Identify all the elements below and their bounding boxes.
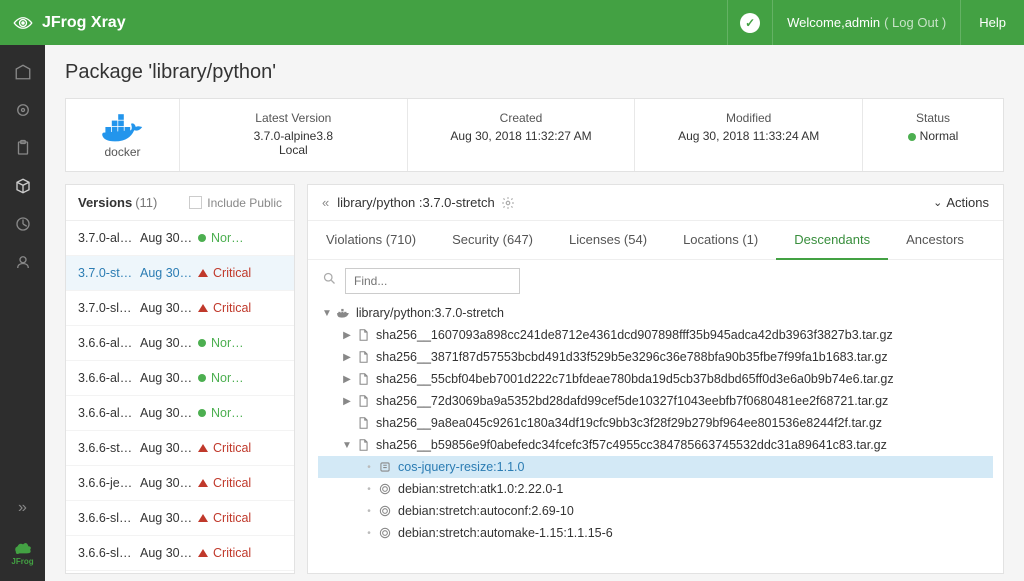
page-title: Package 'library/python'	[65, 61, 1004, 84]
tab-locations[interactable]: Locations (1)	[665, 221, 776, 259]
search-icon	[322, 271, 337, 291]
tree-row[interactable]: ▶sha256__55cbf04beb7001d222c71bfdeae780b…	[318, 368, 993, 390]
gear-icon[interactable]	[501, 196, 515, 210]
sidebar-item-admin[interactable]	[0, 243, 45, 281]
version-row[interactable]: 3.6.6-al…Aug 30…Nor…	[66, 396, 294, 431]
tree-row[interactable]: ▶sha256__72d3069ba9a5352bd28dafd99cef5de…	[318, 390, 993, 412]
version-row[interactable]: 3.6.6-sl…Aug 30…Critical	[66, 536, 294, 571]
help-link[interactable]: Help	[960, 0, 1024, 45]
tree-row[interactable]: •cos-jquery-resize:1.1.0	[318, 456, 993, 478]
tree-row[interactable]: ▶sha256__3871f87d57553bcbd491d33f529b5e3…	[318, 346, 993, 368]
summary-status: Status Normal	[863, 99, 1003, 171]
tabs: Violations (710) Security (647) Licenses…	[308, 221, 1003, 260]
tree-row[interactable]: ▶sha256__1607093a898cc241de8712e4361dcd9…	[318, 324, 993, 346]
versions-count: (11)	[135, 195, 157, 210]
tree-row[interactable]: ▼sha256__b59856e9f0abefedc34fcefc3f57c49…	[318, 434, 993, 456]
sidebar-item-dashboard[interactable]	[0, 53, 45, 91]
welcome-text: Welcome, admin ( Log Out )	[772, 0, 960, 45]
sidebar: » JFrog	[0, 45, 45, 581]
critical-icon	[198, 269, 208, 277]
critical-icon	[198, 549, 208, 557]
package-icon	[376, 504, 394, 518]
tree-row[interactable]: sha256__9a8ea045c9261c180a34df19cfc9bb3c…	[318, 412, 993, 434]
critical-icon	[198, 444, 208, 452]
tab-ancestors[interactable]: Ancestors	[888, 221, 982, 259]
version-row[interactable]: 3.7.0-al…Aug 30…Nor…	[66, 221, 294, 256]
versions-title: Versions	[78, 195, 132, 210]
status-check-icon[interactable]: ✓	[727, 0, 772, 45]
tree-row[interactable]: •debian:stretch:atk1.0:2.22.0-1	[318, 478, 993, 500]
layer-icon	[354, 438, 372, 452]
brand-name: JFrog Xray	[42, 14, 126, 32]
sidebar-item-analytics[interactable]	[0, 205, 45, 243]
docker-icon	[334, 306, 352, 320]
tab-security[interactable]: Security (647)	[434, 221, 551, 259]
brand-eye-icon	[12, 16, 34, 30]
version-row[interactable]: 3.6.6-al…Aug 30…Nor…	[66, 326, 294, 361]
tree-row[interactable]: ▼library/python:3.7.0-stretch	[318, 302, 993, 324]
version-row[interactable]: 3.6.6-sl…Aug 30…Critical	[66, 501, 294, 536]
sidebar-item-watch[interactable]	[0, 91, 45, 129]
critical-icon	[198, 304, 208, 312]
version-row[interactable]: 3.6.6-al…Aug 30…Nor…	[66, 361, 294, 396]
layer-icon	[354, 350, 372, 364]
sidebar-expand-icon[interactable]: »	[0, 492, 45, 524]
versions-panel: Versions (11) Include Public 3.7.0-al…Au…	[65, 184, 295, 574]
logout-link[interactable]: ( Log Out )	[884, 15, 946, 30]
actions-dropdown[interactable]: ⌄ Actions	[933, 195, 989, 210]
tab-licenses[interactable]: Licenses (54)	[551, 221, 665, 259]
include-public-checkbox[interactable]: Include Public	[189, 196, 282, 210]
layer-icon	[354, 372, 372, 386]
tab-descendants[interactable]: Descendants	[776, 221, 888, 260]
layer-icon	[354, 328, 372, 342]
version-row[interactable]: 3.6.6-je…Aug 30…Critical	[66, 466, 294, 501]
breadcrumb: library/python :3.7.0-stretch	[337, 195, 495, 210]
version-row[interactable]: 3.7.0-sl…Aug 30…Critical	[66, 291, 294, 326]
back-icon[interactable]: «	[322, 195, 329, 210]
topbar: JFrog Xray ✓ Welcome, admin ( Log Out ) …	[0, 0, 1024, 45]
summary-bar: docker Latest Version 3.7.0-alpine3.8 Lo…	[65, 98, 1004, 172]
docker-icon	[97, 111, 149, 143]
sidebar-item-reports[interactable]	[0, 129, 45, 167]
content: Package 'library/python' docker Latest V…	[45, 45, 1024, 581]
normal-icon	[198, 409, 206, 417]
tree-row[interactable]: •debian:stretch:automake-1.15:1.1.15-6	[318, 522, 993, 544]
chevron-down-icon: ⌄	[933, 196, 942, 209]
module-icon	[376, 460, 394, 474]
version-row[interactable]: 3.6.6-st…Aug 30…Critical	[66, 431, 294, 466]
tree-row[interactable]: •debian:stretch:autoconf:2.69-10	[318, 500, 993, 522]
summary-modified: Modified Aug 30, 2018 11:33:24 AM	[635, 99, 863, 171]
package-icon	[376, 526, 394, 540]
sidebar-item-packages[interactable]	[0, 167, 45, 205]
detail-panel: « library/python :3.7.0-stretch ⌄ Action…	[307, 184, 1004, 574]
layer-icon	[354, 416, 372, 430]
tree: ▼library/python:3.7.0-stretch▶sha256__16…	[308, 302, 1003, 564]
summary-latest-version: Latest Version 3.7.0-alpine3.8 Local	[180, 99, 408, 171]
brand: JFrog Xray	[0, 14, 126, 32]
package-icon	[376, 482, 394, 496]
jfrog-logo-icon: JFrog	[0, 530, 45, 575]
tab-violations[interactable]: Violations (710)	[308, 221, 434, 259]
critical-icon	[198, 479, 208, 487]
summary-created: Created Aug 30, 2018 11:32:27 AM	[408, 99, 636, 171]
find-input[interactable]	[345, 268, 520, 294]
version-row[interactable]: 3.7.0-st…Aug 30…Critical	[66, 256, 294, 291]
summary-type: docker	[66, 99, 180, 171]
normal-icon	[198, 234, 206, 242]
layer-icon	[354, 394, 372, 408]
status-dot-icon	[908, 133, 916, 141]
normal-icon	[198, 374, 206, 382]
normal-icon	[198, 339, 206, 347]
critical-icon	[198, 514, 208, 522]
